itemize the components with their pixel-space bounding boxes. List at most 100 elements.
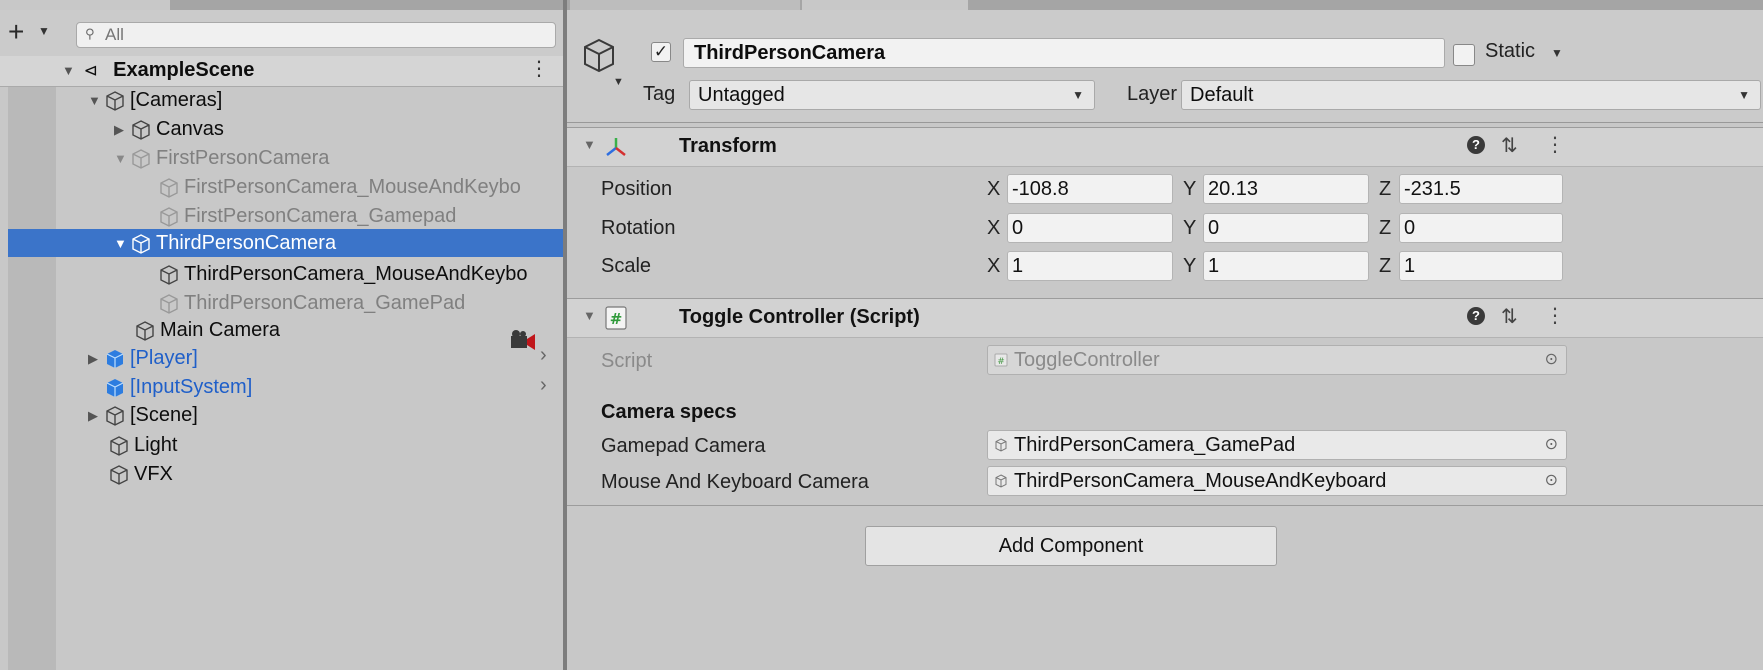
gameobject-cube-icon — [136, 320, 154, 341]
transform-header[interactable]: ▼ Transform ? ⇅ ⋮ — [567, 127, 1763, 167]
item-label: FirstPersonCamera_MouseAndKeybo — [184, 176, 521, 198]
axis-x-label[interactable]: X — [987, 255, 1000, 278]
position-y-field[interactable]: 20.13 — [1203, 174, 1369, 204]
icon-dropdown-icon[interactable]: ▼ — [613, 76, 624, 88]
scene-header-row[interactable]: ▼ ⊲ ExampleScene ⋮ — [0, 56, 563, 87]
script-value: ToggleController — [1014, 349, 1160, 371]
script-file-icon: # — [994, 353, 1008, 367]
position-z-field[interactable]: -231.5 — [1399, 174, 1563, 204]
hierarchy-item-light[interactable]: Light — [108, 431, 177, 459]
expand-arrow-icon[interactable]: ▼ — [114, 145, 130, 173]
scale-y-field[interactable]: 1 — [1203, 251, 1369, 281]
scale-z-field[interactable]: 1 — [1399, 251, 1563, 281]
axis-y-label[interactable]: Y — [1183, 178, 1196, 201]
scale-x-field[interactable]: 1 — [1007, 251, 1173, 281]
tab-project-settings[interactable] — [570, 0, 800, 10]
component-menu-icon[interactable]: ⋮ — [1545, 303, 1565, 328]
preset-sliders-icon[interactable]: ⇅ — [1501, 304, 1518, 329]
rotation-y-field[interactable]: 0 — [1203, 213, 1369, 243]
expand-arrow-icon[interactable]: ▼ — [88, 87, 104, 115]
search-icon: ⚲ — [85, 26, 95, 41]
collapse-arrow-icon[interactable]: ▶ — [88, 402, 104, 430]
static-dropdown-icon[interactable]: ▼ — [1551, 46, 1563, 60]
hierarchy-item-cameras[interactable]: ▼ [Cameras] — [88, 86, 222, 114]
axis-z-label[interactable]: Z — [1379, 255, 1391, 278]
svg-text:#: # — [997, 357, 1005, 367]
item-label: Canvas — [156, 118, 224, 140]
gameobject-cube-icon[interactable] — [581, 36, 617, 76]
hierarchy-item-vfx[interactable]: VFX — [108, 460, 173, 488]
rotation-z-field[interactable]: 0 — [1399, 213, 1563, 243]
gamepad-camera-value: ThirdPersonCamera_GamePad — [1014, 434, 1296, 456]
gameobject-cube-icon — [110, 435, 128, 456]
hierarchy-item-canvas[interactable]: ▶ Canvas — [114, 115, 224, 143]
axis-y-label[interactable]: Y — [1183, 255, 1196, 278]
hierarchy-item-tpc-mouseandkeyboard[interactable]: ThirdPersonCamera_MouseAndKeybo — [158, 260, 563, 288]
axis-x-label[interactable]: X — [987, 178, 1000, 201]
item-label: Light — [134, 434, 178, 456]
scene-item[interactable]: ▼ ⊲ ExampleScene — [62, 56, 254, 84]
tab-inspector[interactable] — [802, 0, 968, 10]
item-label: ThirdPersonCamera — [156, 232, 337, 254]
gameobject-cube-icon — [106, 90, 124, 111]
script-label: Script — [601, 350, 653, 372]
position-x-field[interactable]: -108.8 — [1007, 174, 1173, 204]
chevron-down-icon: ▼ — [1738, 88, 1750, 102]
rotation-label: Rotation — [601, 217, 676, 239]
gamepad-camera-field[interactable]: ThirdPersonCamera_GamePad ⊙ — [987, 430, 1567, 460]
hierarchy-search-input[interactable] — [105, 24, 545, 46]
foldout-arrow-icon[interactable]: ▼ — [583, 137, 596, 152]
axis-z-label[interactable]: Z — [1379, 217, 1391, 240]
axis-y-label[interactable]: Y — [1183, 217, 1196, 240]
component-menu-icon[interactable]: ⋮ — [1545, 132, 1565, 157]
expand-arrow-icon[interactable]: ▼ — [62, 57, 78, 85]
inspector-panel: ▼ ✓ ThirdPersonCamera Static ▼ Tag Untag… — [567, 10, 1763, 670]
help-icon[interactable]: ? — [1467, 307, 1485, 325]
foldout-arrow-icon[interactable]: ▼ — [583, 308, 596, 323]
collapse-arrow-icon[interactable]: ▶ — [114, 116, 130, 144]
prefab-cube-icon — [106, 378, 124, 397]
hierarchy-item-fpc-mouseandkeyboard[interactable]: FirstPersonCamera_MouseAndKeybo — [158, 173, 521, 201]
help-icon[interactable]: ? — [1467, 136, 1485, 154]
hierarchy-item-scene[interactable]: ▶ [Scene] — [88, 401, 198, 429]
preset-sliders-icon[interactable]: ⇅ — [1501, 133, 1518, 158]
tab-hierarchy[interactable] — [0, 0, 170, 10]
hierarchy-search[interactable]: ⚲ — [76, 22, 556, 48]
layer-dropdown[interactable]: Default ▼ — [1181, 80, 1761, 110]
prefab-open-chevron-icon[interactable]: › — [540, 374, 547, 397]
toggle-controller-header[interactable]: ▼ # Toggle Controller (Script) ? ⇅ ⋮ — [567, 298, 1763, 338]
tag-label: Tag — [643, 83, 676, 105]
hierarchy-item-main-camera[interactable]: Main Camera — [134, 316, 280, 344]
hierarchy-item-inputsystem[interactable]: [InputSystem] — [104, 373, 252, 401]
object-picker-icon[interactable]: ⊙ — [1545, 467, 1558, 495]
hierarchy-gutter — [8, 85, 56, 670]
hierarchy-item-firstpersoncamera[interactable]: ▼ FirstPersonCamera — [114, 144, 329, 172]
mouse-keyboard-camera-label: Mouse And Keyboard Camera — [601, 471, 869, 493]
rotation-x-field[interactable]: 0 — [1007, 213, 1173, 243]
hierarchy-item-thirdpersoncamera[interactable]: ▼ ThirdPersonCamera — [8, 229, 563, 257]
create-dropdown-icon[interactable]: ▼ — [38, 24, 50, 38]
expand-arrow-icon[interactable]: ▼ — [114, 230, 130, 258]
hierarchy-item-tpc-gamepad[interactable]: ThirdPersonCamera_GamePad — [158, 289, 465, 317]
gameobject-cube-icon — [106, 405, 124, 426]
active-checkbox[interactable]: ✓ — [651, 42, 671, 62]
collapse-arrow-icon[interactable]: ▶ — [88, 345, 104, 373]
scene-menu-icon[interactable]: ⋮ — [529, 56, 549, 81]
axis-z-label[interactable]: Z — [1379, 178, 1391, 201]
create-plus-icon[interactable]: + — [8, 18, 24, 46]
mouse-keyboard-camera-field[interactable]: ThirdPersonCamera_MouseAndKeyboard ⊙ — [987, 466, 1567, 496]
axis-x-label[interactable]: X — [987, 217, 1000, 240]
object-name-field[interactable]: ThirdPersonCamera — [683, 38, 1445, 68]
transform-title: Transform — [679, 135, 777, 157]
prefab-open-chevron-icon[interactable]: › — [540, 344, 547, 367]
tag-dropdown[interactable]: Untagged ▼ — [689, 80, 1095, 110]
static-checkbox[interactable] — [1453, 44, 1475, 66]
add-component-button[interactable]: Add Component — [865, 526, 1277, 566]
hierarchy-item-player[interactable]: ▶ [Player] — [88, 344, 198, 372]
hierarchy-item-fpc-gamepad[interactable]: FirstPersonCamera_Gamepad — [158, 202, 456, 230]
gameobject-cube-icon — [995, 438, 1007, 452]
layer-label: Layer — [1127, 83, 1178, 105]
gameobject-cube-icon — [995, 474, 1007, 488]
static-label[interactable]: Static — [1485, 40, 1535, 63]
object-picker-icon[interactable]: ⊙ — [1545, 431, 1558, 459]
